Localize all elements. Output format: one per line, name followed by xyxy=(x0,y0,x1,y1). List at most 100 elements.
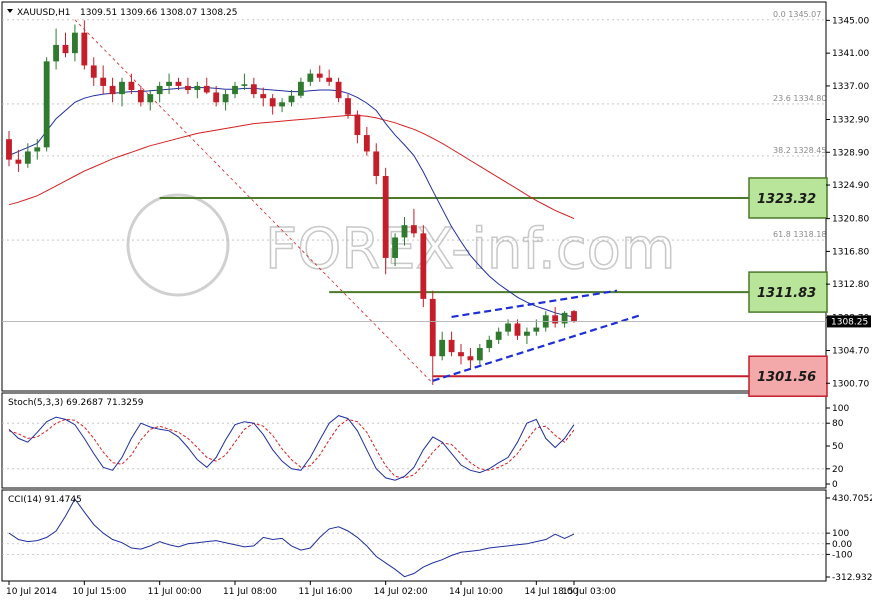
time-tick-label: 14 Jul 10:00 xyxy=(449,587,503,597)
price-tick-label: 1328.90 xyxy=(832,148,869,158)
candle-body xyxy=(43,61,50,148)
time-tick-label: 10 Jul 15:00 xyxy=(72,587,126,597)
candle-body xyxy=(6,139,12,160)
ohlc-label: 1309.51 1309.66 1308.07 1308.25 xyxy=(80,8,237,18)
candle-body xyxy=(401,225,408,238)
stoch-tick-label: 50 xyxy=(832,442,844,452)
candle-body xyxy=(24,151,31,164)
current-price-label: 1308.25 xyxy=(831,317,868,327)
main-pane-frame xyxy=(1,1,827,392)
candle-body xyxy=(495,331,502,340)
candle-body xyxy=(34,147,41,152)
candle-body xyxy=(128,81,135,91)
candle-body xyxy=(175,81,182,86)
candle-body xyxy=(81,32,88,66)
candle-body xyxy=(307,73,314,82)
sr-level-badge-label: 1323.32 xyxy=(757,192,816,207)
candle-body xyxy=(260,94,267,99)
candle-body xyxy=(53,44,60,62)
cci-tick-label: 100 xyxy=(832,529,849,539)
watermark-text: FOREX-inf.com xyxy=(265,217,675,282)
candle-body xyxy=(514,323,521,336)
candle-body xyxy=(288,95,295,103)
candle-body xyxy=(335,81,342,99)
candle-body xyxy=(476,348,483,361)
candle-body xyxy=(326,77,333,82)
chart-window: FOREX-inf.com 0.0 1345.07 23.6 1334.80 38.… xyxy=(0,0,872,601)
candle-body xyxy=(166,81,173,86)
cci-label: CCI(14) 91.4745 xyxy=(8,495,82,505)
candle-body xyxy=(203,85,210,93)
chart-canvas[interactable]: FOREX-inf.com 0.0 1345.07 23.6 1334.80 38.… xyxy=(0,0,872,601)
candle-body xyxy=(420,233,427,299)
cci-tick-label: -312.9329 xyxy=(832,573,872,583)
time-tick-label: 11 Jul 00:00 xyxy=(148,587,202,597)
candle-body xyxy=(269,98,276,107)
candle-body xyxy=(505,323,512,332)
price-tick-label: 1324.90 xyxy=(832,181,869,191)
candle-body xyxy=(62,44,69,54)
time-tick-label: 11 Jul 16:00 xyxy=(298,587,352,597)
candle-body xyxy=(156,85,163,95)
symbol-label: XAUUSD,H1 xyxy=(17,8,71,18)
candle-body xyxy=(232,85,238,95)
candle-body xyxy=(213,92,220,103)
price-tick-label: 1320.80 xyxy=(832,215,869,225)
candle-body xyxy=(354,114,361,136)
candle-body xyxy=(439,339,446,357)
candle-body xyxy=(448,339,455,353)
fib-level-label: 0.0 1345.07 xyxy=(773,10,821,19)
candle-body xyxy=(533,327,540,332)
price-tick-label: 1341.00 xyxy=(832,49,869,59)
candle-body xyxy=(571,311,577,322)
candle-body xyxy=(241,84,248,86)
time-tick-label: 14 Jul 02:00 xyxy=(374,587,428,597)
candle-body xyxy=(250,84,257,95)
candle-body xyxy=(410,225,417,234)
candle-body xyxy=(100,77,107,86)
candle-body xyxy=(297,81,304,96)
stoch-tick-label: 80 xyxy=(832,419,844,429)
stoch-tick-label: 20 xyxy=(832,465,844,475)
candle-body xyxy=(279,102,286,107)
sr-level-badge-label: 1301.56 xyxy=(757,370,816,385)
price-tick-label: 1332.90 xyxy=(832,116,869,126)
fib-level-label: 61.8 1318.18 xyxy=(773,230,826,239)
candle-body xyxy=(15,159,22,164)
time-tick-label: 10 Jul 2014 xyxy=(6,587,57,597)
stoch-tick-label: 100 xyxy=(832,404,849,414)
candle-body xyxy=(222,94,229,103)
candle-body xyxy=(392,237,399,258)
cci-pane-frame xyxy=(1,489,827,582)
price-tick-label: 1304.70 xyxy=(832,347,869,357)
candle-body xyxy=(486,339,493,349)
candle-body xyxy=(382,176,389,258)
candle-body xyxy=(109,85,116,95)
cci-tick-label: 430.7052 xyxy=(832,494,872,504)
candle-body xyxy=(194,85,201,91)
candle-body xyxy=(467,356,474,361)
candle-body xyxy=(119,81,125,95)
time-tick-label: 11 Jul 08:00 xyxy=(223,587,277,597)
stoch-tick-label: 0 xyxy=(832,480,838,490)
candle-body xyxy=(523,331,530,336)
price-tick-label: 1300.70 xyxy=(832,379,869,389)
candle-body xyxy=(90,65,97,78)
fib-level-label: 38.2 1328.45 xyxy=(773,146,826,155)
candle-body xyxy=(552,315,559,324)
cci-tick-label: -100 xyxy=(832,550,853,560)
candle-body xyxy=(373,151,380,177)
price-tick-label: 1337.00 xyxy=(832,82,869,92)
stoch-label: Stoch(5,3,3) 69.2687 71.3259 xyxy=(8,398,144,408)
chart-header: XAUUSD,H1 1309.51 1309.66 1308.07 1308.2… xyxy=(7,8,237,18)
price-tick-label: 1345.00 xyxy=(832,16,869,26)
candle-body xyxy=(137,90,144,103)
candle-body xyxy=(345,98,351,115)
candle-body xyxy=(429,298,436,357)
sr-level-badge-label: 1311.83 xyxy=(757,286,816,301)
cci-tick-label: 0.00 xyxy=(832,540,852,550)
candle-body xyxy=(363,135,370,152)
time-tick-label: 15 Jul 03:00 xyxy=(562,587,616,597)
candle-body xyxy=(71,32,78,54)
candle-body xyxy=(316,73,323,78)
